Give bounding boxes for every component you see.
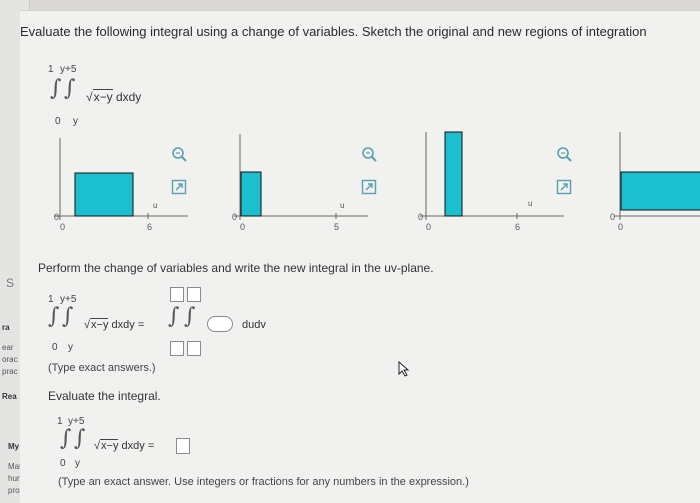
x-tick-label: 6 — [147, 222, 152, 232]
outer-upper-limit: 1 — [48, 64, 54, 75]
u-axis-label: u — [528, 199, 532, 208]
sidebar-item[interactable]: ra — [2, 323, 10, 332]
y-zero-label: 0 — [610, 212, 615, 222]
zoom-icon[interactable] — [171, 146, 187, 162]
integrand: √x−y dxdy — [86, 89, 142, 104]
sidebar-item[interactable]: Rea — [2, 392, 17, 401]
inner-lower-limit-input[interactable] — [187, 341, 201, 356]
integrand: √x−y dxdy = — [84, 318, 145, 331]
zoom-icon[interactable] — [361, 146, 377, 162]
expand-icon[interactable] — [361, 179, 377, 195]
integrand-radicand: x−y — [100, 439, 119, 452]
graph-option-1[interactable]: 0 0 6 u — [48, 138, 208, 238]
cursor-icon — [398, 361, 410, 377]
y-zero-label: 0 — [232, 212, 237, 222]
expand-icon[interactable] — [171, 179, 187, 195]
x-tick-label: 6 — [515, 222, 520, 232]
inner-lower-limit: y — [73, 116, 78, 127]
integral-sign: ∫ — [168, 304, 180, 329]
integral-sign: ∫ — [74, 426, 86, 451]
step2-instruction: Evaluate the integral. — [48, 389, 161, 403]
sidebar-item[interactable]: ear — [2, 343, 14, 352]
sidebar-item[interactable]: prac — [2, 367, 18, 376]
answer-input[interactable] — [176, 438, 190, 454]
step1-hint: (Type exact answers.) — [48, 362, 156, 374]
x-tick-label: 5 — [334, 222, 339, 232]
u-axis-label: u — [153, 201, 157, 210]
integral-sign: ∫ — [50, 76, 62, 101]
integral-sign: ∫ — [184, 304, 196, 329]
zoom-icon[interactable] — [556, 146, 572, 162]
integral-sign: ∫ — [60, 426, 72, 451]
expand-icon[interactable] — [556, 179, 572, 195]
region — [240, 171, 262, 217]
differential: dxdy — [115, 90, 142, 104]
graph-option-2[interactable]: 0 0 5 u — [228, 134, 388, 238]
x-zero-label: 0 — [618, 222, 623, 232]
integral-sign: ∫ — [48, 304, 60, 329]
equals: dxdy = — [121, 440, 155, 452]
region — [620, 171, 700, 211]
equals-lhs: dxdy = — [111, 319, 145, 331]
inner-lower-limit: y — [75, 458, 80, 469]
region — [444, 131, 463, 217]
integrand-radicand: x−y — [90, 318, 109, 331]
y-zero-label: 0 — [54, 212, 59, 222]
question-panel — [20, 10, 700, 503]
y-zero-label: 0 — [418, 212, 423, 222]
question-title: Evaluate the following integral using a … — [20, 24, 647, 39]
graph-option-3[interactable]: 0 0 6 u — [414, 131, 584, 236]
x-zero-label: 0 — [240, 222, 245, 232]
integral-sign: ∫ — [62, 304, 74, 329]
graph-option-4[interactable]: 0 0 — [606, 132, 700, 236]
graph-4-plot: 0 0 — [610, 132, 700, 232]
step1-instruction: Perform the change of variables and writ… — [38, 261, 434, 275]
u-axis-label: u — [340, 201, 344, 210]
integrand-radicand: x−y — [92, 89, 113, 104]
step2-hint: (Type an exact answer. Use integers or f… — [58, 476, 469, 488]
new-integrand-input[interactable] — [207, 316, 233, 332]
outer-lower-limit: 0 — [55, 116, 61, 127]
sidebar-item[interactable]: S — [6, 276, 14, 290]
inner-upper-limit-input[interactable] — [187, 287, 201, 302]
new-differential: dudv — [242, 319, 266, 331]
integral-sign: ∫ — [64, 76, 76, 101]
outer-lower-limit-input[interactable] — [170, 341, 184, 356]
inner-lower-limit: y — [68, 342, 73, 353]
x-zero-label: 0 — [60, 222, 65, 232]
inner-upper-limit: y+5 — [60, 64, 77, 75]
sidebar-item[interactable]: My — [8, 442, 19, 451]
outer-upper-limit-input[interactable] — [170, 287, 184, 302]
integrand: √x−y dxdy = — [94, 439, 155, 452]
outer-lower-limit: 0 — [60, 458, 66, 469]
outer-lower-limit: 0 — [52, 342, 58, 353]
region — [74, 172, 134, 217]
sidebar-item[interactable]: orac — [2, 355, 18, 364]
x-zero-label: 0 — [426, 222, 431, 232]
screenshot: S ra ear orac prac Rea My Mati hunt prot… — [0, 0, 700, 503]
